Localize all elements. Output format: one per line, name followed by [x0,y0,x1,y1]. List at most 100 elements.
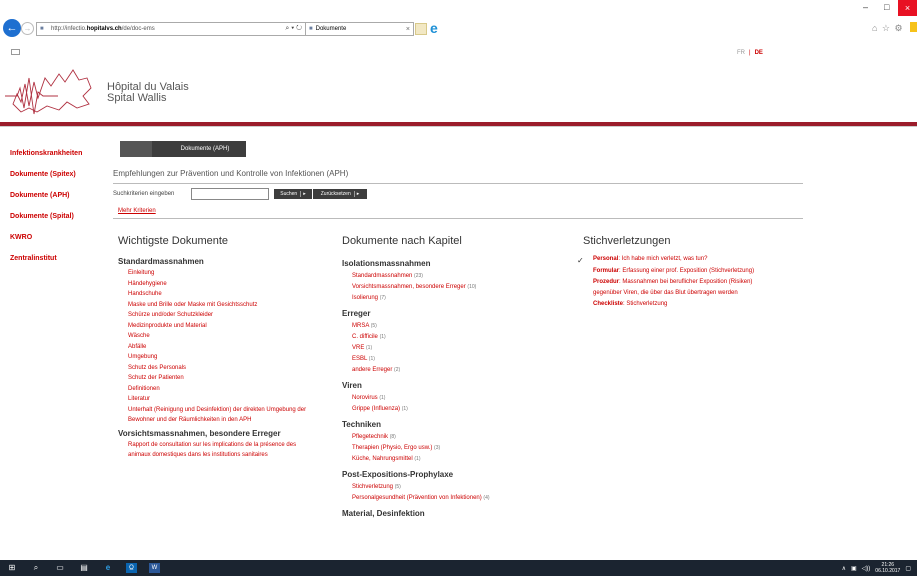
needlestick-link[interactable]: Formular: Erfassung einer prof. Expositi… [593,266,773,277]
item-count: (3) [434,445,441,451]
divider [113,218,803,219]
document-link[interactable]: Händehygiene [128,279,318,290]
chapter-link[interactable]: andere Erreger (2) [352,365,542,376]
divider [113,183,803,184]
back-arrow-icon: ← [6,22,18,34]
notification-icon[interactable]: ▢ [905,565,911,572]
forward-button[interactable]: → [21,22,34,35]
browser-tab[interactable]: ■ Dokumente × [306,22,414,36]
item-count: (7) [379,295,386,301]
sidebar-item-kwro[interactable]: KWRO [10,234,105,255]
documents-by-chapter-column: Dokumente nach Kapitel Isolationsmassnah… [342,235,542,521]
chapter-link[interactable]: Norovirus (1) [352,393,542,404]
lang-fr-link[interactable]: FR [737,50,745,56]
tab-close-icon[interactable]: × [406,26,410,33]
outlook-icon[interactable]: O̲ [126,563,137,573]
browser-chrome: ← → ■ http://infectio.hopitalvs.ch/de/do… [0,0,917,44]
chapter-heading: Techniken [342,420,381,429]
search-button[interactable]: Suchen ▸ [274,189,312,199]
sidebar-item-dokumente-spitex[interactable]: Dokumente (Spitex) [10,171,105,192]
chapter-link[interactable]: Personalgesundheit (Prävention von Infek… [352,493,542,504]
more-criteria-link[interactable]: Mehr Kriterien [118,208,156,214]
document-link[interactable]: Schutz der Patienten [128,373,318,384]
lang-de-link[interactable]: DE [755,50,763,56]
volume-icon[interactable]: ◁)) [862,565,871,572]
tab-dokumente-aph[interactable]: Dokumente (APH) [120,141,246,157]
chapter-link[interactable]: Küche, Nahrungsmittel (1) [352,454,542,465]
sidebar-item-infektionskrankheiten[interactable]: Infektionskrankheiten [10,150,105,171]
home-favorites-settings-icon[interactable]: ⌂ ☆ ⚙ [872,23,904,34]
chapter-link[interactable]: ESBL (1) [352,354,542,365]
item-count: (5) [394,484,401,490]
chapter-heading: Viren [342,381,362,390]
sidebar-item-dokumente-spital[interactable]: Dokumente (Spital) [10,213,105,234]
sidebar-item-dokumente-aph[interactable]: Dokumente (APH) [10,192,105,213]
needlestick-link[interactable]: Checkliste: Stichverletzung [593,299,773,310]
needlestick-link[interactable]: Personal: Ich habe mich verletzt, was tu… [593,254,773,265]
document-link[interactable]: Unterhalt (Reinigung und Desinfektion) d… [128,405,318,426]
clock[interactable]: 21:26 06.10.2017 [875,562,900,574]
document-link[interactable]: Literatur [128,394,318,405]
close-window-button[interactable]: × [898,0,917,16]
chapter-heading: Post-Expositions-Prophylaxe [342,470,454,479]
windows-taskbar: ⊞ ⌕ ▭ ▤ e O̲ W ∧ ▣ ◁)) 21:26 06.10.2017 ▢ [0,560,917,576]
windows-start-icon[interactable]: ⊞ [0,560,24,576]
chapter-list: Stichverletzung (5) Personalgesundheit (… [342,482,542,504]
chapter-link[interactable]: C. difficile (1) [352,332,542,343]
reset-button[interactable]: Zurücksetzen ▸ [313,189,367,199]
new-tab-button[interactable] [415,23,427,35]
chapter-link[interactable]: Stichverletzung (5) [352,482,542,493]
smiley-icon[interactable] [910,22,917,32]
chapter-link[interactable]: Pflegetechnik (8) [352,432,542,443]
document-link[interactable]: Maske und Brille oder Maske mit Gesichts… [128,300,318,311]
address-bar[interactable]: ■ http://infectio.hopitalvs.ch/de/doc-em… [36,22,306,36]
document-list: Einleitung Händehygiene Handschuhe Maske… [118,268,318,426]
document-link[interactable]: Medizinprodukte und Material [128,321,318,332]
item-count: (2) [394,367,401,373]
document-link[interactable]: Schürze und/oder Schutzkleider [128,310,318,321]
internet-explorer-icon[interactable]: e [96,560,120,576]
search-input[interactable] [191,188,269,200]
document-link[interactable]: Einleitung [128,268,318,279]
task-view-icon[interactable]: ▭ [48,560,72,576]
document-link[interactable]: Umgebung [128,352,318,363]
back-button[interactable]: ← [3,19,21,37]
hospital-name: Hôpital du Valais Spital Wallis [107,81,189,104]
needlestick-link[interactable]: Prozedur: Massnahmen bei beruflicher Exp… [593,277,773,298]
maximize-button[interactable]: □ [884,2,889,12]
chapter-link[interactable]: Grippe (Influenza) (1) [352,404,542,415]
word-icon[interactable]: W [149,563,160,573]
chapter-link[interactable]: Isolierung (7) [352,293,542,304]
column-title: Dokumente nach Kapitel [342,235,462,247]
item-count: (1) [379,334,386,340]
lang-separator: | [749,50,751,56]
search-icon[interactable]: ⌕ [24,560,48,576]
language-switcher: FR | DE [737,50,763,56]
print-icon[interactable] [11,49,20,55]
hospital-logo-icon[interactable] [3,64,98,120]
chapter-link[interactable]: Therapien (Physio, Ergo usw.) (3) [352,443,542,454]
document-link[interactable]: Handschuhe [128,289,318,300]
chapter-heading: Material, Desinfektion [342,509,425,518]
search-refresh-icon[interactable]: ⌕ ▾ ↻ [285,25,302,33]
document-link[interactable]: Rapport de consultation sur les implicat… [128,440,318,461]
item-count: (1) [379,395,386,401]
document-link[interactable]: Definitionen [128,384,318,395]
document-link[interactable]: Schutz des Personals [128,363,318,374]
tray-expand-icon[interactable]: ∧ [842,565,846,572]
sidebar-item-zentralinstitut[interactable]: Zentralinstitut [10,255,105,276]
chapter-link[interactable]: Vorsichtsmassnahmen, besondere Erreger (… [352,282,542,293]
chapter-link[interactable]: Standardmassnahmen (23) [352,271,542,282]
chapter-heading: Isolationsmassnahmen [342,259,431,268]
tab-favicon-icon: ■ [309,26,313,32]
document-link[interactable]: Abfälle [128,342,318,353]
document-link[interactable]: Wäsche [128,331,318,342]
chapter-list: Standardmassnahmen (23) Vorsichtsmassnah… [342,271,542,304]
item-count: (1) [368,356,375,362]
chapter-link[interactable]: MRSA (5) [352,321,542,332]
file-explorer-icon[interactable]: ▤ [72,560,96,576]
network-icon[interactable]: ▣ [851,565,857,572]
tab-notch [120,141,152,157]
minimize-button[interactable]: – [863,2,868,12]
chapter-link[interactable]: VRE (1) [352,343,542,354]
